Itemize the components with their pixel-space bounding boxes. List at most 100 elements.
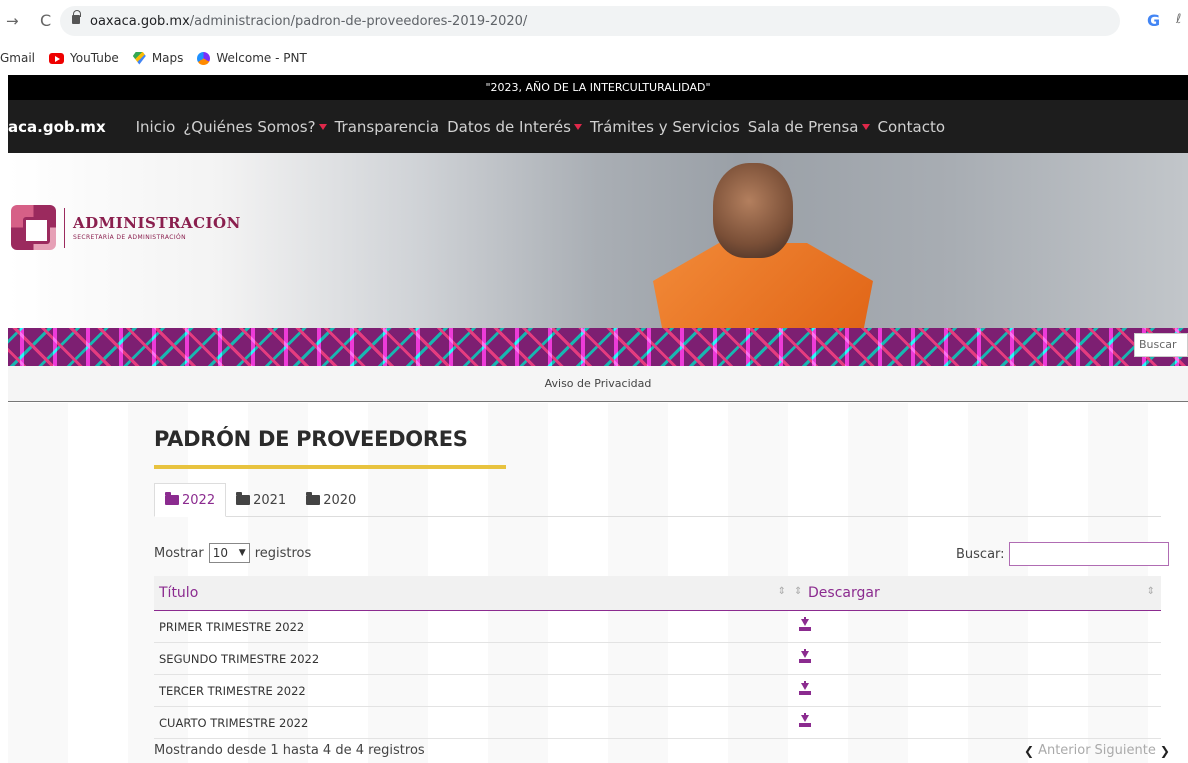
table-search-input[interactable] bbox=[1008, 542, 1169, 566]
table-row: CUARTO TRIMESTRE 2022 bbox=[154, 707, 1161, 739]
row-download bbox=[799, 617, 1161, 634]
previous-page-button[interactable]: Anterior bbox=[1038, 743, 1090, 758]
table-header: Título ⇕ ⇕ Descargar ⇕ bbox=[154, 576, 1161, 611]
caret-down-icon bbox=[573, 123, 582, 130]
decorative-pattern-band bbox=[8, 328, 1188, 366]
oaxaca-emblem-icon bbox=[11, 205, 56, 250]
browser-toolbar: → C oaxaca.gob.mx/administracion/padron-… bbox=[0, 0, 1188, 42]
bookmark-label: YouTube bbox=[70, 51, 119, 65]
table-row: TERCER TRIMESTRE 2022 bbox=[154, 675, 1161, 707]
pnt-icon bbox=[197, 51, 211, 65]
row-download bbox=[799, 681, 1161, 698]
bookmark-label: Gmail bbox=[0, 51, 36, 65]
site-navigation: aca.gob.mx Inicio ¿Quiénes Somos? Transp… bbox=[8, 100, 1188, 153]
year-tabs: 2022 2021 2020 bbox=[154, 483, 1161, 517]
nav-label: Trámites y Servicios bbox=[589, 117, 740, 136]
table-info: Mostrando desde 1 hasta 4 de 4 registros bbox=[154, 743, 425, 758]
chevron-down-icon: ▼ bbox=[238, 548, 246, 558]
column-label: Título bbox=[159, 585, 199, 601]
main-content: PADRÓN DE PROVEEDORES 2022 2021 2020 Mos… bbox=[8, 403, 1188, 763]
bookmark-pnt[interactable]: Welcome - PNT bbox=[197, 51, 307, 65]
tab-2022[interactable]: 2022 bbox=[154, 483, 227, 517]
nav-datos-de-interes[interactable]: Datos de Interés bbox=[447, 118, 582, 136]
hero-banner: ADMINISTRACIÓN SECRETARÍA DE ADMINISTRAC… bbox=[8, 153, 1188, 328]
documents-table: Título ⇕ ⇕ Descargar ⇕ PRIMER TRIMESTRE … bbox=[154, 576, 1161, 739]
address-bar[interactable]: oaxaca.gob.mx/administracion/padron-de-p… bbox=[60, 6, 1120, 36]
lock-icon bbox=[72, 10, 81, 24]
tab-2021[interactable]: 2021 bbox=[226, 483, 296, 517]
slogan-bar: "2023, AÑO DE LA INTERCULTURALIDAD" bbox=[8, 75, 1188, 100]
row-download bbox=[799, 713, 1161, 730]
chevron-right-icon: ❯ bbox=[1159, 743, 1170, 758]
hero-photo-portrait bbox=[713, 163, 793, 258]
nav-inicio[interactable]: Inicio bbox=[136, 118, 176, 136]
logo-title: ADMINISTRACIÓN bbox=[73, 214, 241, 232]
table-search-control: Buscar: bbox=[956, 542, 1169, 566]
caret-down-icon bbox=[318, 123, 327, 130]
bookmark-gmail[interactable]: Gmail bbox=[0, 51, 35, 65]
length-prefix: Mostrar bbox=[154, 545, 204, 561]
download-icon[interactable] bbox=[799, 649, 811, 663]
forward-arrow-icon[interactable]: → bbox=[6, 12, 19, 30]
column-label: Descargar bbox=[808, 585, 880, 601]
nav-quienes-somos[interactable]: ¿Quiénes Somos? bbox=[183, 117, 327, 136]
nav-label: ¿Quiénes Somos? bbox=[183, 117, 316, 136]
title-underline bbox=[154, 465, 506, 469]
bookmarks-bar: Gmail YouTube Maps Welcome - PNT bbox=[0, 42, 1188, 74]
row-title: PRIMER TRIMESTRE 2022 bbox=[159, 619, 305, 634]
bookmark-label: Welcome - PNT bbox=[216, 51, 307, 65]
nav-sala-de-prensa[interactable]: Sala de Prensa bbox=[748, 118, 870, 136]
page-length-select[interactable]: 10 ▼ bbox=[208, 543, 250, 563]
caret-down-icon bbox=[861, 123, 870, 130]
bookmark-youtube[interactable]: YouTube bbox=[49, 51, 119, 65]
hero-photo bbox=[628, 163, 928, 328]
row-title: TERCER TRIMESTRE 2022 bbox=[159, 683, 306, 698]
nav-contacto[interactable]: Contacto bbox=[878, 118, 946, 136]
nav-label: Datos de Interés bbox=[447, 117, 571, 136]
maps-icon bbox=[132, 51, 146, 65]
google-icon[interactable]: G bbox=[1147, 11, 1160, 30]
nav-label: Contacto bbox=[877, 117, 946, 136]
search-label: Buscar: bbox=[956, 546, 1005, 562]
download-icon[interactable] bbox=[799, 617, 811, 631]
column-header-titulo[interactable]: Título ⇕ bbox=[154, 585, 794, 601]
nav-label: Sala de Prensa bbox=[747, 117, 859, 136]
nav-tramites[interactable]: Trámites y Servicios bbox=[590, 118, 740, 136]
column-header-descargar[interactable]: ⇕ Descargar ⇕ bbox=[794, 585, 1161, 601]
download-icon[interactable] bbox=[799, 681, 811, 695]
privacy-link[interactable]: Aviso de Privacidad bbox=[545, 377, 652, 390]
pattern-diamonds bbox=[8, 328, 1188, 366]
bookmark-maps[interactable]: Maps bbox=[132, 51, 183, 65]
sort-icon: ⇕ bbox=[794, 586, 803, 597]
next-page-button[interactable]: Siguiente bbox=[1095, 743, 1156, 758]
extension-icon[interactable]: ℓ bbox=[1176, 12, 1181, 27]
tab-label: 2021 bbox=[253, 492, 287, 508]
tab-label: 2022 bbox=[182, 492, 216, 508]
table-row: PRIMER TRIMESTRE 2022 bbox=[154, 611, 1161, 643]
row-title: SEGUNDO TRIMESTRE 2022 bbox=[159, 651, 320, 666]
page-length-control: Mostrar 10 ▼ registros bbox=[154, 543, 311, 563]
privacy-bar: Aviso de Privacidad bbox=[8, 366, 1188, 402]
site-logo[interactable]: aca.gob.mx bbox=[8, 118, 106, 136]
site-search-input[interactable]: Buscar bbox=[1134, 333, 1188, 357]
length-value: 10 bbox=[212, 546, 228, 560]
secretaria-logo[interactable]: ADMINISTRACIÓN SECRETARÍA DE ADMINISTRAC… bbox=[11, 205, 241, 250]
nav-label: Transparencia bbox=[334, 117, 440, 136]
nav-transparencia[interactable]: Transparencia bbox=[335, 118, 440, 136]
tab-label: 2020 bbox=[323, 492, 357, 508]
reload-icon[interactable]: C bbox=[40, 11, 51, 30]
sort-icon: ⇕ bbox=[777, 586, 786, 597]
logo-divider bbox=[64, 207, 65, 248]
folder-open-icon bbox=[306, 492, 321, 505]
url-host: oaxaca.gob.mx bbox=[90, 13, 190, 29]
tab-2020[interactable]: 2020 bbox=[296, 483, 366, 517]
download-icon[interactable] bbox=[799, 713, 811, 727]
row-download bbox=[799, 649, 1161, 666]
folder-open-icon bbox=[165, 492, 179, 505]
page-title: PADRÓN DE PROVEEDORES bbox=[154, 427, 468, 451]
length-suffix: registros bbox=[254, 545, 312, 561]
pagination: ❮ Anterior Siguiente ❯ bbox=[1022, 743, 1172, 758]
logo-subtitle: SECRETARÍA DE ADMINISTRACIÓN bbox=[73, 234, 187, 241]
slogan-text: "2023, AÑO DE LA INTERCULTURALIDAD" bbox=[485, 81, 711, 94]
sort-icon: ⇕ bbox=[1146, 586, 1155, 597]
